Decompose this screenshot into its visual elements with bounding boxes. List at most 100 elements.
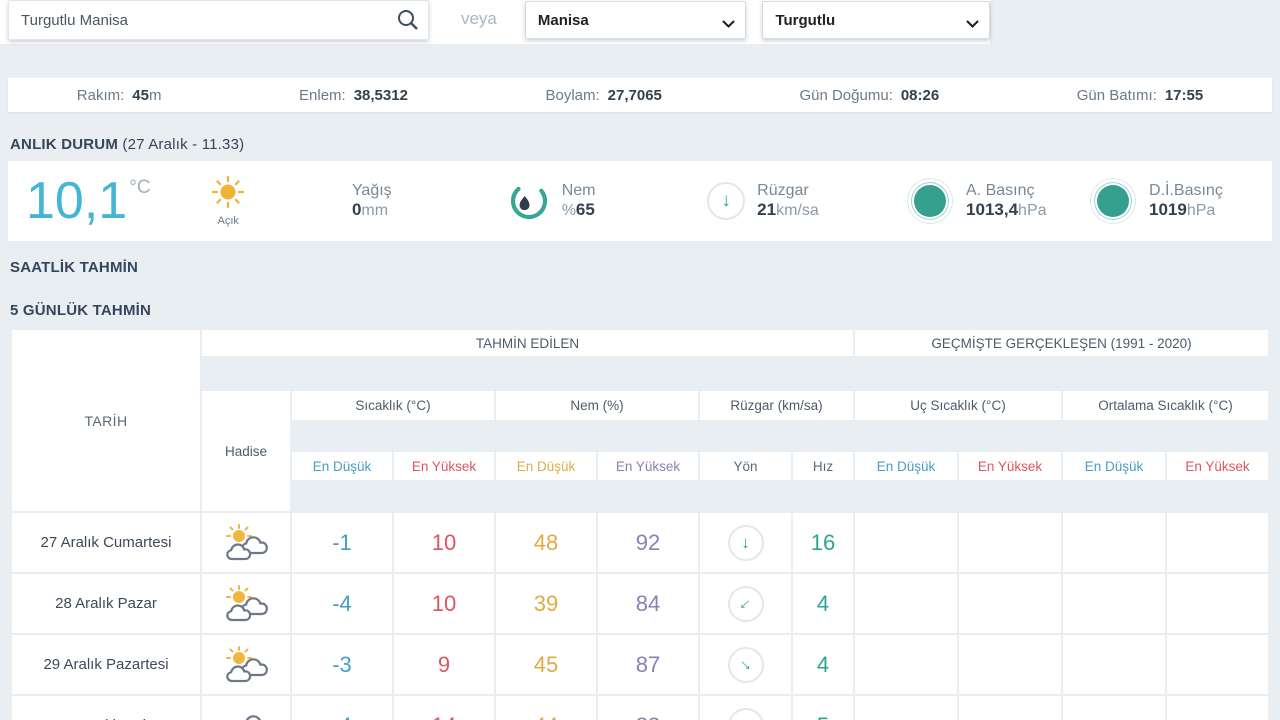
wind-arrow-glyph: ↓ — [741, 532, 750, 552]
pressure-icon — [914, 185, 947, 217]
subheader-humidity-min: En Düşük — [496, 452, 596, 480]
extreme-min-cell — [855, 696, 957, 720]
altitude-unit: m — [148, 86, 162, 104]
hourly-forecast-title[interactable]: SAATLİK TAHMİN — [10, 259, 1280, 276]
wind-direction-cell: ↓ — [700, 574, 791, 633]
chevron-down-icon — [722, 16, 735, 33]
wind-speed-cell: 5 — [793, 696, 853, 720]
average-min-cell — [1063, 513, 1165, 572]
station-info-bar: Rakım: 45m Enlem: 38,5312 Boylam: 27,706… — [8, 78, 1272, 112]
sea-level-pressure-label: D.İ.Basınç — [1149, 182, 1223, 199]
temp-min-cell: -4 — [292, 696, 392, 720]
humidity-min-cell: 39 — [496, 574, 596, 633]
humidity-value: 65 — [575, 200, 595, 219]
wind-direction-cell: ↓ — [700, 635, 791, 694]
latitude-value: 38,5312 — [353, 86, 408, 104]
average-max-cell — [1167, 513, 1268, 572]
extreme-max-cell — [959, 513, 1061, 572]
average-min-cell — [1063, 574, 1165, 633]
column-header-wind: Rüzgar (km/sa) — [700, 391, 853, 420]
humidity-label: Nem — [561, 182, 596, 199]
extreme-min-cell — [855, 513, 957, 572]
forecast-date: 29 Aralık Pazartesi — [12, 635, 200, 694]
sea-level-pressure-unit: hPa — [1186, 202, 1216, 219]
temp-min-cell: -4 — [292, 574, 392, 633]
temp-max-cell: 14 — [394, 696, 494, 720]
average-min-cell — [1063, 696, 1165, 720]
top-search-bar: veya Manisa Turgutlu — [0, 0, 990, 44]
latitude: Enlem: 38,5312 — [299, 87, 408, 104]
temp-min-cell: -3 — [292, 635, 392, 694]
forecast-date: 28 Aralık Pazar — [12, 574, 200, 633]
group-header-historical: GEÇMİŞTE GERÇEKLEŞEN (1991 - 2020) — [855, 330, 1268, 356]
district-select[interactable]: Turgutlu — [762, 1, 990, 39]
precipitation-value: 0 — [351, 200, 362, 219]
current-temperature-value: 10,1 — [26, 172, 128, 230]
wind-speed-cell: 16 — [793, 513, 853, 572]
subheader-wind-direction: Yön — [700, 452, 791, 480]
temp-max-cell: 9 — [394, 635, 494, 694]
sunrise: Gün Doğumu: 08:26 — [799, 87, 939, 104]
forecast-date: 27 Aralık Cumartesi — [12, 513, 200, 572]
sunset: Gün Batımı: 17:55 — [1077, 87, 1203, 104]
altitude-label: Rakım: — [76, 86, 125, 104]
sunset-value: 17:55 — [1164, 86, 1204, 104]
wind-value: 21 — [757, 200, 777, 219]
column-header-temperature: Sıcaklık (°C) — [292, 391, 494, 420]
extreme-max-cell — [959, 635, 1061, 694]
wind-direction-cell: ↓ — [700, 513, 791, 572]
humidity-max-cell: 87 — [598, 635, 698, 694]
humidity-max-cell: 83 — [598, 696, 698, 720]
humidity-max-cell: 84 — [598, 574, 698, 633]
daily-forecast-title[interactable]: 5 GÜNLÜK TAHMİN — [10, 302, 1280, 319]
column-header-event: Hadise — [202, 391, 290, 511]
average-max-cell — [1167, 635, 1268, 694]
humidity-max-cell: 92 — [598, 513, 698, 572]
wind-arrow-glyph: ↓ — [721, 190, 731, 211]
humidity-prefix: % — [561, 202, 576, 219]
search-icon[interactable] — [395, 8, 421, 34]
wind-direction-cell: ↓ — [700, 696, 791, 720]
wind-arrow-glyph: ↓ — [736, 593, 756, 613]
humidity-icon — [510, 182, 547, 220]
wind-direction-icon: ↓ — [707, 182, 746, 220]
current-section-title: ANLIK DURUM (27 Aralık - 11.33) — [10, 136, 1280, 153]
humidity-min-cell: 45 — [496, 635, 596, 694]
sunrise-value: 08:26 — [900, 86, 940, 104]
average-max-cell — [1167, 574, 1268, 633]
temp-max-cell: 10 — [394, 513, 494, 572]
search-input[interactable] — [8, 0, 429, 40]
district-select-value: Turgutlu — [775, 11, 836, 29]
extreme-max-cell — [959, 574, 1061, 633]
cloudy-icon — [202, 696, 290, 720]
group-header-forecast: TAHMİN EDİLEN — [202, 330, 853, 356]
wind-direction-icon: ↓ — [727, 646, 764, 683]
five-day-forecast-table: TARİH TAHMİN EDİLEN GEÇMİŞTE GERÇEKLEŞEN… — [12, 330, 1268, 720]
subheader-temp-max: En Yüksek — [394, 452, 494, 480]
wind-direction-icon: ↓ — [727, 524, 764, 561]
average-min-cell — [1063, 635, 1165, 694]
altitude-value: 45 — [132, 86, 149, 104]
current-title-text: ANLIK DURUM — [10, 136, 119, 153]
average-max-cell — [1167, 696, 1268, 720]
column-header-humidity: Nem (%) — [496, 391, 698, 420]
wind-arrow-glyph: ↓ — [735, 654, 755, 674]
column-header-average-temp: Ortalama Sıcaklık (°C) — [1063, 391, 1268, 420]
sun-behind-clouds-icon — [202, 635, 290, 694]
subheader-temp-min: En Düşük — [292, 452, 392, 480]
longitude-label: Boylam: — [545, 86, 600, 104]
humidity-min-cell: 48 — [496, 513, 596, 572]
longitude-value: 27,7065 — [607, 86, 662, 104]
sunrise-label: Gün Doğumu: — [799, 86, 893, 104]
province-select[interactable]: Manisa — [524, 1, 747, 39]
wind-speed-cell: 4 — [793, 574, 853, 633]
current-condition: Açık — [195, 175, 262, 227]
subheader-extreme-max: En Yüksek — [959, 452, 1061, 480]
subheader-humidity-max: En Yüksek — [598, 452, 698, 480]
column-header-date: TARİH — [12, 330, 200, 511]
wind-speed-cell: 4 — [793, 635, 853, 694]
extreme-max-cell — [959, 696, 1061, 720]
wind-arrow-glyph: ↓ — [737, 715, 754, 720]
subheader-extreme-min: En Düşük — [855, 452, 957, 480]
subheader-average-max: En Yüksek — [1167, 452, 1268, 480]
